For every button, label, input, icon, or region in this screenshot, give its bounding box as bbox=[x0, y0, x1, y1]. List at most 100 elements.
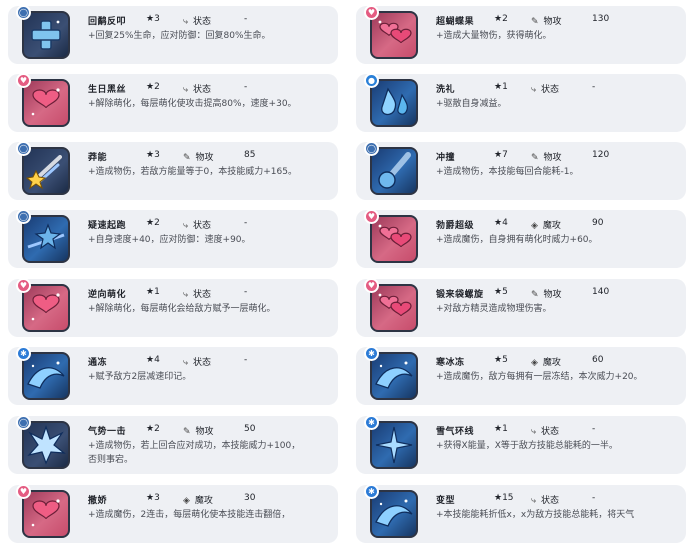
skill-name: 通冻 bbox=[88, 358, 108, 368]
skill-icon: ♥ bbox=[364, 5, 418, 59]
category-label: 状态 bbox=[193, 17, 212, 27]
category-label: 状态 bbox=[541, 427, 560, 437]
skill-icon: ◯ bbox=[16, 5, 70, 59]
flake-icon: ✱ bbox=[16, 346, 31, 361]
skill-category: ⤷ 状态 bbox=[183, 355, 211, 368]
skill-power: 60 bbox=[592, 355, 604, 365]
skill-cost: ★15 bbox=[494, 493, 514, 503]
skill-cost: ★1 bbox=[494, 424, 508, 434]
skill-card[interactable]: ♥ 锻来袋螺旋 ★5 ✎ 物攻 140 +对敌方精灵造成物理伤害。 bbox=[356, 278, 686, 337]
ring-icon: ◯ bbox=[364, 141, 379, 156]
skill-card[interactable]: ♥ 超蝴蝶果 ★2 ✎ 物攻 130 +造成大量物伤，获得萌化。 bbox=[356, 5, 686, 64]
skill-cost: ★5 bbox=[494, 355, 508, 365]
category-label: 状态 bbox=[193, 221, 212, 231]
skill-art bbox=[370, 79, 418, 127]
ring-icon: ◯ bbox=[16, 415, 31, 430]
skill-description: +对敌方精灵造成物理伤害。 bbox=[436, 304, 552, 314]
category-label: 状态 bbox=[541, 85, 560, 95]
skill-power: 85 bbox=[244, 150, 256, 160]
skill-description: +回复25%生命，应对防御：回复80%生命。 bbox=[88, 31, 271, 41]
category-label: 状态 bbox=[193, 85, 212, 95]
skill-category: ◈ 魔攻 bbox=[531, 218, 561, 231]
skill-icon: ◯ bbox=[16, 141, 70, 195]
category-icon: ✎ bbox=[531, 290, 539, 300]
skill-category: ✎ 物攻 bbox=[531, 287, 562, 300]
skill-card[interactable]: ◯ 回鹬反叩 ★3 ⤷ 状态 - +回复25%生命，应对防御：回复80%生命。 bbox=[8, 5, 338, 64]
skill-description: +造成物伤，若上回合应对成功，本技能威力+100，否则事宕。 bbox=[88, 441, 301, 465]
skill-description: +解除萌化，每层萌化会给敌方赋予一层萌化。 bbox=[88, 304, 276, 314]
category-icon: ✎ bbox=[183, 427, 191, 437]
category-label: 状态 bbox=[193, 358, 212, 368]
skill-art bbox=[22, 284, 70, 332]
skill-card[interactable]: ♥ 生日黑丝 ★2 ⤷ 状态 - +解除萌化，每层萌化使攻击提高80%，速度+30… bbox=[8, 73, 338, 132]
skill-card[interactable]: ♥ 逆向萌化 ★1 ⤷ 状态 - +解除萌化，每层萌化会给敌方赋予一层萌化。 bbox=[8, 278, 338, 337]
skill-description: +造成魔伤，自身拥有萌化时威力+60。 bbox=[436, 235, 598, 245]
skill-description: +自身速度+40，应对防御：速度+90。 bbox=[88, 235, 251, 245]
category-icon: ⤷ bbox=[531, 427, 537, 437]
skill-icon: ♥ bbox=[364, 209, 418, 263]
category-icon: ◈ bbox=[531, 221, 538, 231]
heart-icon: ♥ bbox=[16, 278, 31, 293]
skill-card[interactable]: ♥ 撒娇 ★3 ◈ 魔攻 30 +造成魔伤，2连击，每层萌化使本技能连击翻倍， bbox=[8, 484, 338, 543]
skill-card[interactable]: ◯ 疑速起跑 ★2 ⤷ 状态 - +自身速度+40，应对防御：速度+90。 bbox=[8, 209, 338, 268]
category-icon: ⤷ bbox=[183, 17, 189, 27]
skill-card[interactable]: ◯ 冲撞 ★7 ✎ 物攻 120 +造成物伤，本技能每回合能耗-1。 bbox=[356, 141, 686, 200]
skill-card[interactable]: ✱ 雪气环线 ★1 ⤷ 状态 - +获得X能量，X等于敌方技能总能耗的一半。 bbox=[356, 415, 686, 474]
category-label: 物攻 bbox=[543, 290, 562, 300]
skill-card[interactable]: ● 洗礼 ★1 ⤷ 状态 - +驱散自身减益。 bbox=[356, 73, 686, 132]
skill-art bbox=[22, 352, 70, 400]
ring-icon: ◯ bbox=[16, 209, 31, 224]
category-icon: ⤷ bbox=[183, 221, 189, 231]
skill-category: ⤷ 状态 bbox=[531, 82, 559, 95]
category-icon: ◈ bbox=[531, 358, 538, 368]
skill-card[interactable]: ✱ 寒冰冻 ★5 ◈ 魔攻 60 +造成魔伤，敌方每拥有一层冻结，本次威力+20。 bbox=[356, 346, 686, 405]
skill-category: ⤷ 状态 bbox=[183, 287, 211, 300]
skill-name: 冲撞 bbox=[436, 153, 456, 163]
skill-category: ✎ 物攻 bbox=[183, 424, 214, 437]
skill-cost: ★3 bbox=[146, 150, 160, 160]
skill-card[interactable]: ✱ 变型 ★15 ⤷ 状态 - +本技能能耗折低x，x为敌方技能总能耗，将天气 bbox=[356, 484, 686, 543]
skill-card[interactable]: ♥ 勃爵超级 ★4 ◈ 魔攻 90 +造成魔伤，自身拥有萌化时威力+60。 bbox=[356, 209, 686, 268]
skill-art bbox=[22, 147, 70, 195]
skill-description: +造成物伤，本技能每回合能耗-1。 bbox=[436, 167, 579, 177]
category-icon: ✎ bbox=[531, 17, 539, 27]
skill-category: ✎ 物攻 bbox=[531, 150, 562, 163]
skill-cost: ★1 bbox=[494, 82, 508, 92]
skill-list: ◯ 回鹬反叩 ★3 ⤷ 状态 - +回复25%生命，应对防御：回复80%生命。 ♥… bbox=[0, 0, 700, 543]
skill-description: +造成魔伤，2连击，每层萌化使本技能连击翻倍， bbox=[88, 510, 291, 520]
category-label: 物攻 bbox=[195, 427, 214, 437]
skill-art bbox=[22, 79, 70, 127]
skill-card[interactable]: ◯ 气势一击 ★2 ✎ 物攻 50 +造成物伤，若上回合应对成功，本技能威力+10… bbox=[8, 415, 338, 474]
category-icon: ✎ bbox=[531, 153, 539, 163]
skill-icon: ◯ bbox=[16, 415, 70, 469]
skill-cost: ★5 bbox=[494, 287, 508, 297]
skill-name: 锻来袋螺旋 bbox=[436, 290, 484, 300]
skill-art bbox=[22, 421, 70, 469]
skill-description: +获得X能量，X等于敌方技能总能耗的一半。 bbox=[436, 441, 618, 451]
skill-name: 撒娇 bbox=[88, 496, 108, 506]
skill-icon: ✱ bbox=[16, 346, 70, 400]
skill-icon: ✱ bbox=[364, 415, 418, 469]
skill-icon: ◯ bbox=[16, 209, 70, 263]
skill-icon: ♥ bbox=[364, 278, 418, 332]
skill-art bbox=[370, 284, 418, 332]
skill-name: 气势一击 bbox=[88, 427, 127, 437]
skill-category: ⤷ 状态 bbox=[531, 493, 559, 506]
category-icon: ⤷ bbox=[183, 290, 189, 300]
skill-cost: ★2 bbox=[146, 82, 160, 92]
skill-art bbox=[370, 215, 418, 263]
skill-icon: ◯ bbox=[364, 141, 418, 195]
skill-name: 寒冰冻 bbox=[436, 358, 465, 368]
skill-art bbox=[370, 421, 418, 469]
skill-cost: ★1 bbox=[146, 287, 160, 297]
skill-cost: ★2 bbox=[146, 218, 160, 228]
skill-category: ✎ 物攻 bbox=[531, 14, 562, 27]
skill-card[interactable]: ✱ 通冻 ★4 ⤷ 状态 - +赋予敌方2层减速印记。 bbox=[8, 346, 338, 405]
skill-power: 50 bbox=[244, 424, 256, 434]
skill-card[interactable]: ◯ 莽能 ★3 ✎ 物攻 85 +造成物伤，若敌方能量等于0，本技能威力+165。 bbox=[8, 141, 338, 200]
category-label: 魔攻 bbox=[542, 358, 561, 368]
skill-description: +赋予敌方2层减速印记。 bbox=[88, 372, 192, 382]
skill-power: - bbox=[244, 218, 248, 228]
category-label: 魔攻 bbox=[542, 221, 561, 231]
skill-name: 逆向萌化 bbox=[88, 290, 127, 300]
